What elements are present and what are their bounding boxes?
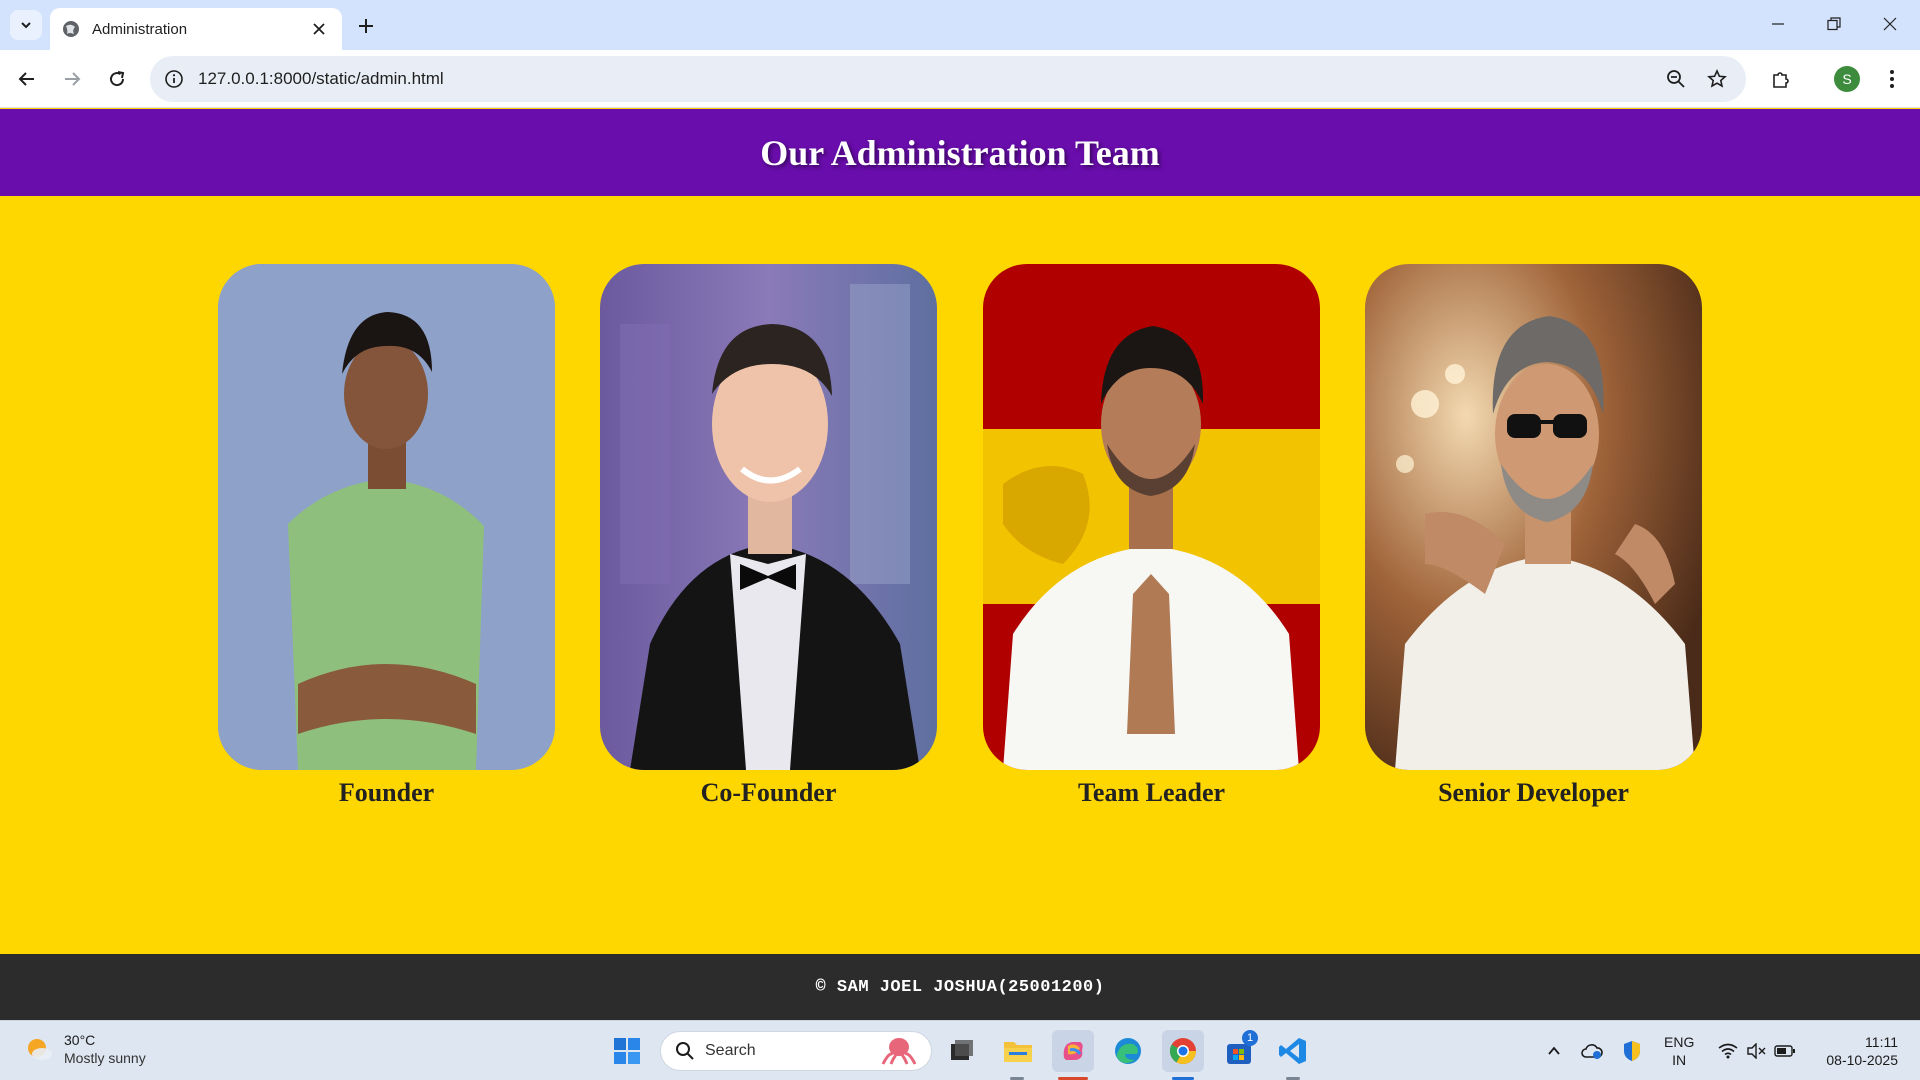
chrome-icon [1169, 1038, 1197, 1065]
person-illustration [983, 264, 1320, 770]
close-window-button[interactable] [1862, 0, 1918, 48]
lang-top: ENG [1664, 1034, 1695, 1050]
plus-icon [359, 19, 373, 33]
person-illustration [218, 264, 555, 770]
page-footer: © SAM JOEL JOSHUA(25001200) [0, 954, 1920, 1020]
role-label: Team Leader [1077, 778, 1226, 807]
co-founder-photo [600, 264, 937, 770]
info-icon[interactable] [164, 69, 184, 89]
task-view-icon [951, 1040, 973, 1060]
minimize-button[interactable] [1750, 0, 1806, 48]
lang-bottom: IN [1672, 1052, 1687, 1068]
extensions-button[interactable] [1763, 61, 1799, 97]
forward-button[interactable] [54, 61, 90, 97]
cloud-icon [1581, 1044, 1603, 1059]
clock-time: 11:11 [1865, 1034, 1898, 1050]
copilot-icon [1063, 1042, 1083, 1060]
bookmark-button[interactable] [1699, 61, 1735, 97]
new-tab-button[interactable] [352, 12, 380, 40]
windows-icon [614, 1038, 640, 1064]
address-bar[interactable]: 127.0.0.1:8000/static/admin.html [150, 56, 1746, 102]
reload-button[interactable] [99, 61, 135, 97]
tab-title: Administration [92, 20, 188, 38]
wifi-tray-icon[interactable] [1716, 1039, 1740, 1063]
volume-muted-icon [1747, 1043, 1766, 1059]
language-indicator[interactable]: ENG IN [1664, 1033, 1694, 1069]
task-view-button[interactable] [941, 1030, 983, 1072]
octopus-icon [881, 1038, 917, 1065]
close-icon [1883, 17, 1897, 31]
vscode-icon [1279, 1038, 1306, 1064]
clock-date: 08-10-2025 [1826, 1052, 1898, 1068]
file-explorer-button[interactable] [997, 1030, 1039, 1072]
store-button[interactable]: 1 [1218, 1030, 1260, 1072]
team-card-senior-developer: Senior Developer [1365, 264, 1702, 808]
minimize-icon [1772, 23, 1784, 25]
wifi-icon [1718, 1043, 1738, 1059]
weather-widget[interactable]: 30°C Mostly sunny [24, 1031, 146, 1067]
back-button[interactable] [9, 61, 45, 97]
profile-avatar[interactable]: S [1834, 66, 1860, 92]
arrow-left-icon [18, 72, 34, 86]
battery-icon [1774, 1045, 1795, 1057]
copyright-text: © SAM JOEL JOSHUA(25001200) [815, 977, 1105, 997]
tab-strip: Administration [0, 0, 1920, 50]
menu-button[interactable] [1874, 61, 1910, 97]
close-tab-button[interactable] [308, 18, 330, 40]
globe-icon [63, 21, 79, 37]
arrow-right-icon [65, 72, 81, 86]
search-icon [676, 1042, 694, 1060]
team-card-team-leader: Team Leader [983, 264, 1320, 808]
edge-icon [1115, 1038, 1141, 1064]
star-icon [1707, 69, 1727, 88]
team-card-co-founder: Co-Founder [600, 264, 937, 808]
person-illustration [1365, 264, 1702, 770]
restore-button[interactable] [1806, 0, 1862, 48]
tab-search-button[interactable] [10, 10, 42, 40]
system-clock[interactable]: 11:11 08-10-2025 [1818, 1033, 1898, 1069]
close-icon [313, 23, 325, 35]
chevron-down-icon [21, 22, 31, 29]
restore-icon [1827, 17, 1841, 31]
role-label: Co-Founder [700, 778, 837, 807]
copilot-button[interactable] [1052, 1030, 1094, 1072]
more-vertical-icon [1890, 70, 1894, 88]
weather-desc: Mostly sunny [64, 1050, 146, 1066]
puzzle-icon [1773, 72, 1789, 88]
url-text[interactable]: 127.0.0.1:8000/static/admin.html [198, 69, 444, 89]
zoom-out-icon [1667, 70, 1685, 88]
team-leader-photo [983, 264, 1320, 770]
shield-icon [1624, 1041, 1640, 1061]
taskbar-search[interactable]: Search [660, 1031, 932, 1071]
onedrive-tray-icon[interactable] [1580, 1039, 1604, 1063]
team-card-founder: Founder [218, 264, 555, 808]
edge-button[interactable] [1107, 1030, 1149, 1072]
battery-tray-icon[interactable] [1773, 1039, 1797, 1063]
page-title: Our Administration Team [760, 132, 1160, 173]
zoom-button[interactable] [1658, 61, 1694, 97]
chevron-up-icon [1548, 1046, 1560, 1055]
chrome-button[interactable] [1162, 1030, 1204, 1072]
browser-toolbar: 127.0.0.1:8000/static/admin.html [0, 50, 1920, 108]
taskbar: 30°C Mostly sunny Search 1 ENG IN 11:11 … [0, 1020, 1920, 1080]
role-label: Senior Developer [1438, 778, 1629, 807]
show-hidden-icons-button[interactable] [1542, 1039, 1566, 1063]
reload-icon [110, 71, 125, 87]
role-label: Founder [338, 778, 435, 807]
volume-tray-icon[interactable] [1744, 1039, 1768, 1063]
weather-temp: 30°C [64, 1032, 96, 1048]
page-header: Our Administration Team [0, 109, 1920, 196]
person-illustration [600, 264, 937, 770]
founder-photo [218, 264, 555, 770]
search-label: Search [705, 1042, 756, 1059]
security-tray-icon[interactable] [1620, 1039, 1644, 1063]
senior-developer-photo [1365, 264, 1702, 770]
team-section: Founder Co-Founder Team Leader Senior De… [0, 196, 1920, 954]
sun-cloud-icon [28, 1039, 52, 1060]
folder-icon [1004, 1042, 1032, 1062]
vscode-button[interactable] [1272, 1030, 1314, 1072]
notification-badge: 1 [1242, 1030, 1258, 1046]
active-tab[interactable]: Administration [50, 8, 342, 50]
start-button[interactable] [606, 1030, 648, 1072]
